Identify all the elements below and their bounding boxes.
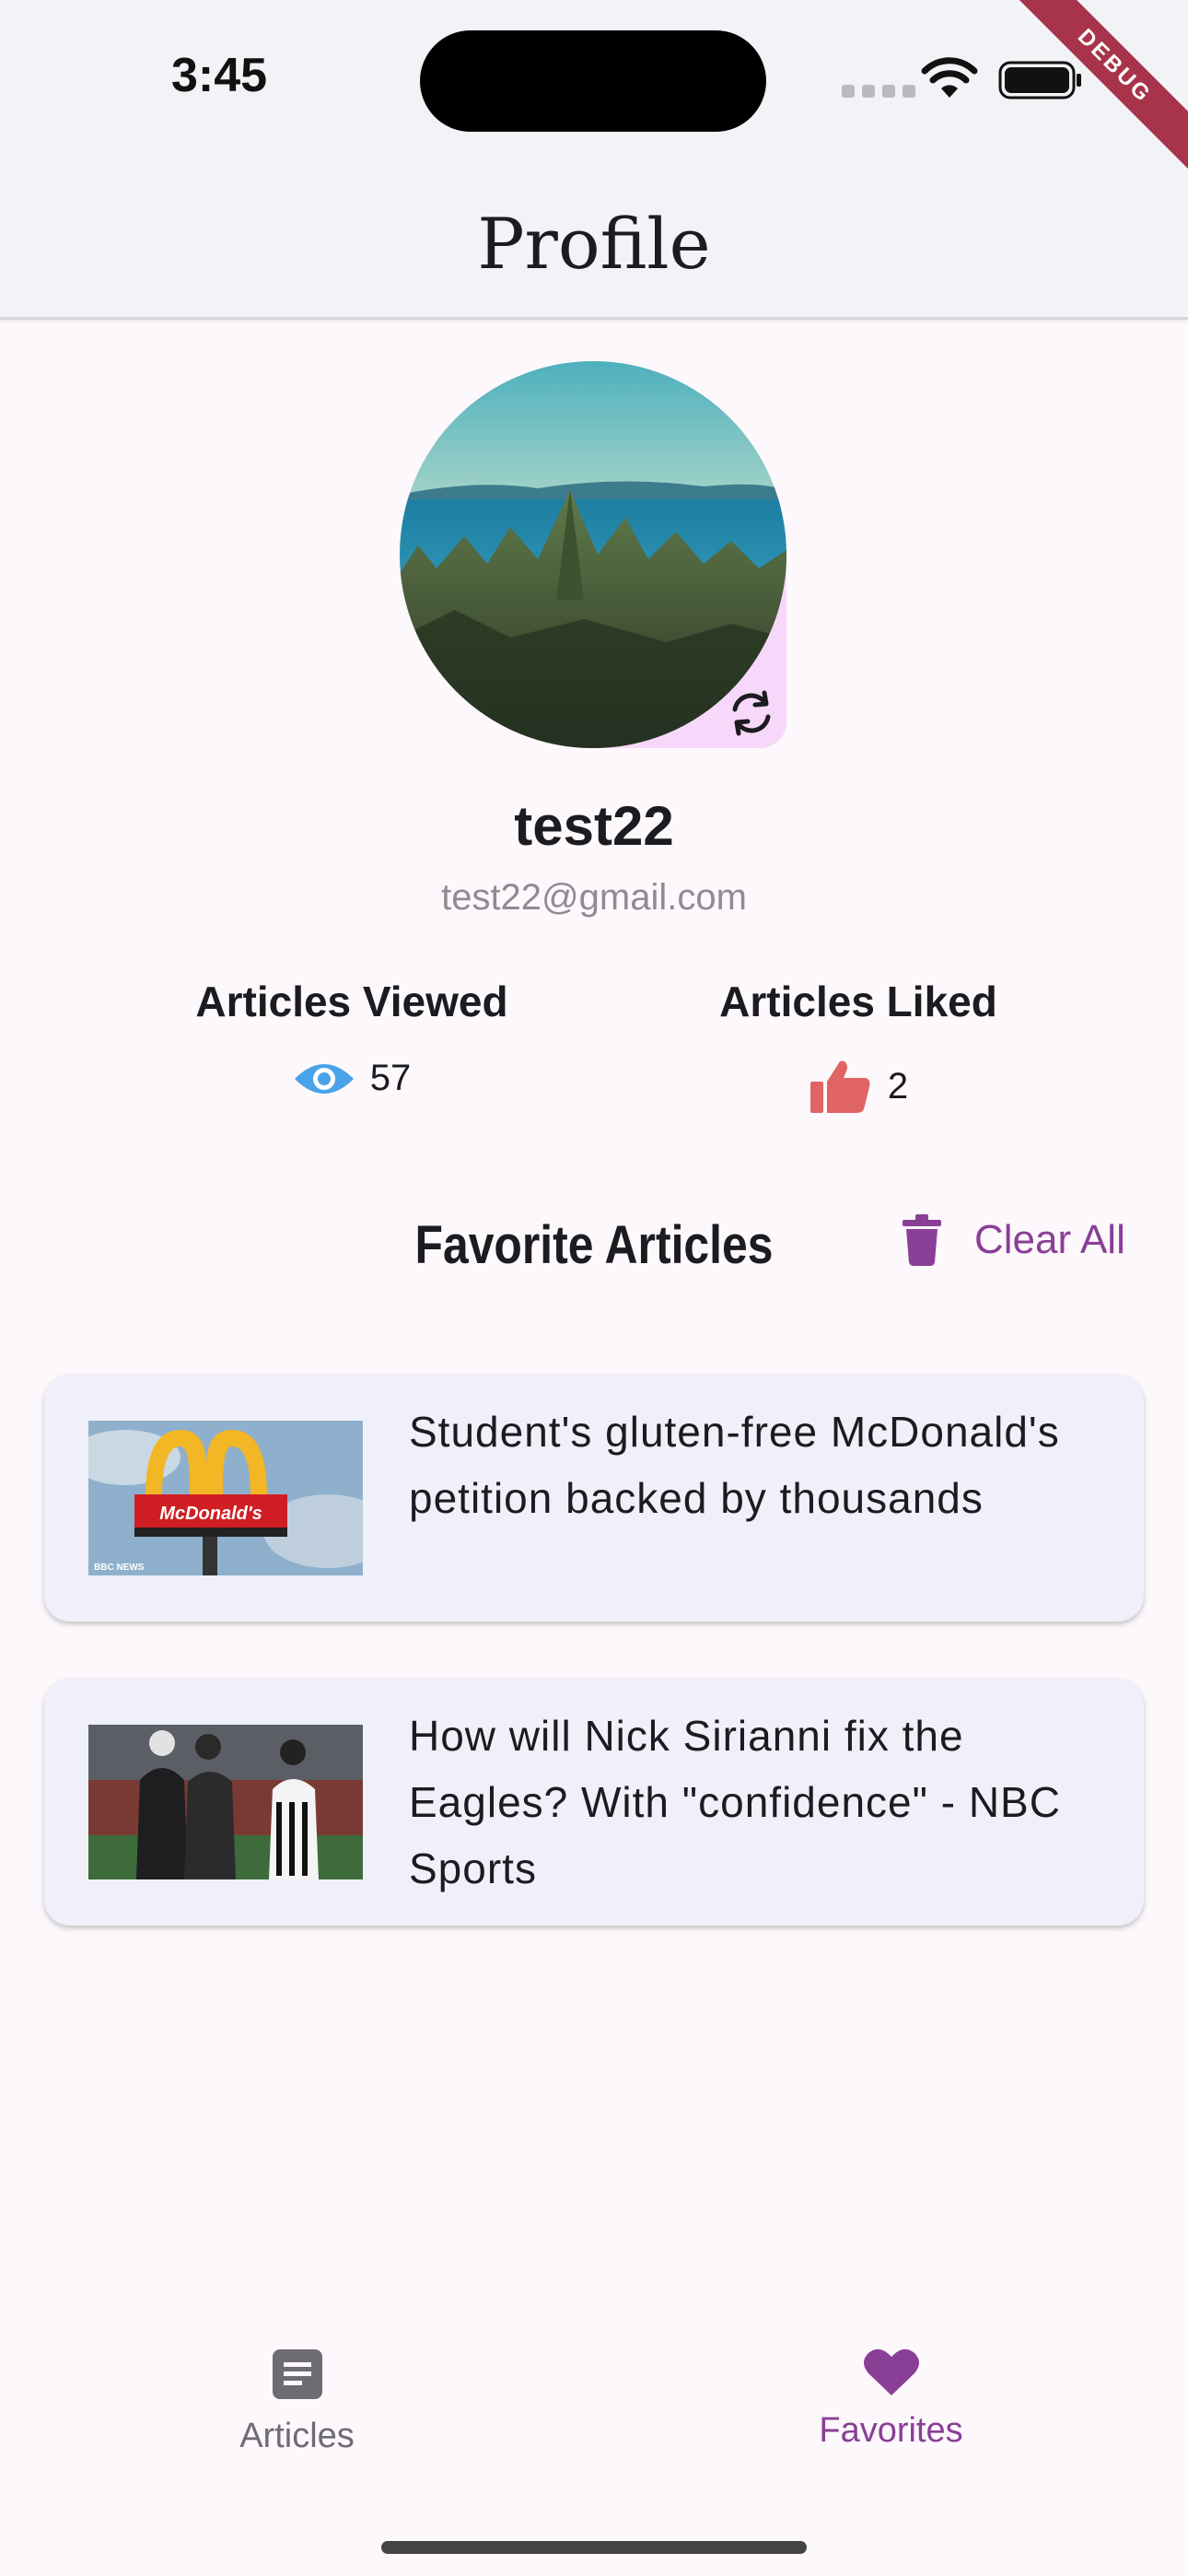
signal-icon	[842, 85, 915, 98]
article-title: How will Nick Sirianni fix the Eagles? W…	[409, 1712, 1061, 1892]
thumb-text: McDonald's	[159, 1504, 262, 1524]
avatar-container[interactable]	[400, 361, 786, 748]
nav-label: Favorites	[819, 2411, 963, 2450]
article-thumbnail: McDonald's BBC NEWS	[88, 1421, 363, 1575]
username: test22	[514, 795, 674, 857]
article-thumbnail	[88, 1725, 363, 1879]
app-bar: 3:45 DEBUG Profile	[0, 0, 1188, 320]
stat-value: 2	[887, 1065, 909, 1107]
clear-all-button[interactable]: Clear All	[903, 1214, 1125, 1266]
clear-all-label: Clear All	[974, 1217, 1125, 1262]
stat-value: 57	[369, 1058, 412, 1098]
thumb-badge: BBC NEWS	[94, 1563, 145, 1573]
nav-label: Articles	[239, 2417, 355, 2455]
page-title: Profile	[477, 203, 711, 285]
stat-label: Articles Liked	[719, 978, 997, 1025]
favorite-article-card[interactable]: McDonald's BBC NEWS Student's gluten-fre…	[44, 1375, 1144, 1622]
nav-item-favorites[interactable]: Favorites	[594, 2322, 1188, 2451]
bottom-nav: Articles Favorites	[0, 2322, 1188, 2576]
battery-icon	[998, 61, 1081, 100]
nav-item-articles[interactable]: Articles	[0, 2322, 594, 2456]
trash-icon	[903, 1214, 941, 1266]
heart-icon	[863, 2348, 919, 2395]
email: test22@gmail.com	[441, 877, 747, 918]
stat-articles-liked: Articles Liked 2	[637, 977, 1079, 1115]
article-icon	[272, 2349, 322, 2399]
status-time: 3:45	[171, 49, 268, 102]
eye-icon	[294, 1063, 354, 1094]
refresh-icon[interactable]	[722, 684, 781, 743]
favorite-article-card[interactable]: How will Nick Sirianni fix the Eagles? W…	[44, 1679, 1144, 1926]
article-title: Student's gluten-free McDonald's petitio…	[409, 1408, 1060, 1522]
stat-articles-viewed: Articles Viewed 57	[131, 977, 573, 1099]
dynamic-island	[420, 30, 766, 132]
wifi-icon	[921, 57, 978, 98]
stat-label: Articles Viewed	[195, 978, 508, 1025]
home-indicator	[381, 2541, 807, 2554]
thumbs-up-icon	[809, 1060, 870, 1113]
